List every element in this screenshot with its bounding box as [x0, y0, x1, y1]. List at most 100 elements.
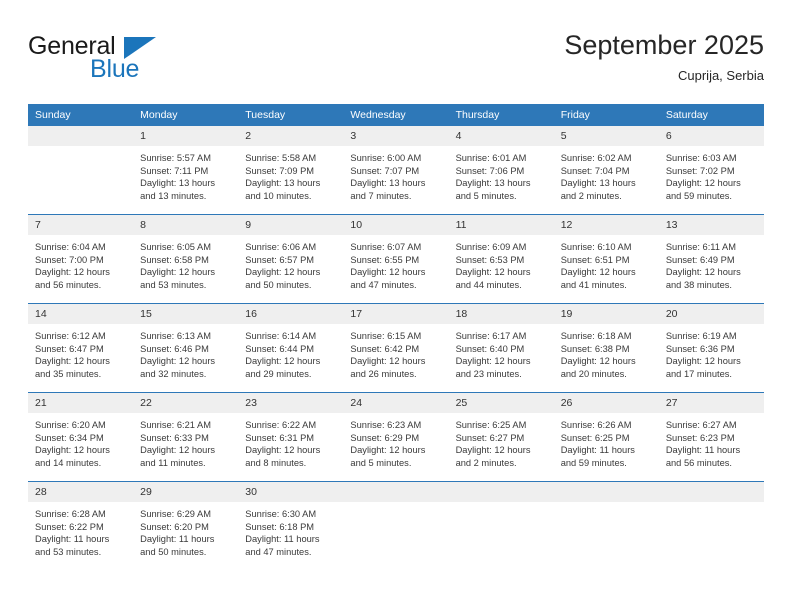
calendar-body: 1 Sunrise: 5:57 AM Sunset: 7:11 PM Daylight… [28, 126, 764, 570]
day-cell[interactable]: 10 Sunrise: 6:07 AM Sunset: 6:55 PM Dayligh… [343, 214, 449, 304]
day-cell[interactable]: 23 Sunrise: 6:22 AM Sunset: 6:31 PM Dayligh… [238, 392, 344, 482]
day-cell[interactable]: 29 Sunrise: 6:29 AM Sunset: 6:20 PM Dayligh… [133, 481, 239, 570]
daylight-duration-line1: Daylight: 11 hours [665, 445, 741, 456]
daylight-duration-line1: Daylight: 12 hours [350, 356, 426, 367]
day-number: 2 [238, 126, 344, 146]
day-astronomy-info: Sunrise: 6:20 AM Sunset: 6:34 PM Daylight:… [28, 413, 133, 469]
day-number: 12 [553, 215, 659, 235]
day-cell[interactable]: 11 Sunrise: 6:09 AM Sunset: 6:53 PM Dayligh… [448, 214, 554, 304]
day-cell[interactable] [448, 481, 554, 570]
sunset-time: Sunset: 6:20 PM [140, 521, 209, 532]
daylight-duration-line2: and 2 minutes. [560, 190, 622, 201]
day-cell[interactable]: 1 Sunrise: 5:57 AM Sunset: 7:11 PM Daylight… [133, 126, 239, 215]
daylight-duration-line1: Daylight: 12 hours [455, 356, 531, 367]
day-cell[interactable]: 4 Sunrise: 6:01 AM Sunset: 7:06 PM Daylight… [448, 126, 554, 215]
day-cell-body: 9 Sunrise: 6:06 AM Sunset: 6:57 PM Daylight… [238, 215, 344, 303]
sunset-time: Sunset: 7:06 PM [455, 165, 525, 176]
daylight-duration-line1: Daylight: 13 hours [350, 178, 426, 189]
daylight-duration-line2: and 44 minutes. [455, 279, 522, 290]
day-cell-body: 17 Sunrise: 6:15 AM Sunset: 6:42 PM Dayligh… [343, 304, 449, 392]
day-cell-body: 23 Sunrise: 6:22 AM Sunset: 6:31 PM Dayligh… [238, 393, 344, 481]
sunrise-time: Sunrise: 6:17 AM [455, 331, 527, 341]
daylight-duration-line1: Daylight: 12 hours [35, 267, 110, 278]
day-cell[interactable]: 3 Sunrise: 6:00 AM Sunset: 7:07 PM Daylight… [343, 126, 449, 215]
weekday-header-thursday: Thursday [448, 104, 554, 126]
daylight-duration-line2: and 53 minutes. [35, 546, 102, 557]
day-astronomy-info: Sunrise: 6:15 AM Sunset: 6:42 PM Daylight:… [343, 324, 448, 380]
day-cell[interactable]: 19 Sunrise: 6:18 AM Sunset: 6:38 PM Dayligh… [553, 303, 659, 393]
weekday-header-sunday: Sunday [28, 104, 134, 126]
daylight-duration-line1: Daylight: 11 hours [245, 534, 320, 545]
day-cell-body: 5 Sunrise: 6:02 AM Sunset: 7:04 PM Daylight… [553, 126, 659, 214]
day-astronomy-info: Sunrise: 6:27 AM Sunset: 6:23 PM Daylight:… [659, 413, 764, 469]
day-cell[interactable]: 5 Sunrise: 6:02 AM Sunset: 7:04 PM Daylight… [553, 126, 659, 215]
day-cell[interactable]: 7 Sunrise: 6:04 AM Sunset: 7:00 PM Daylight… [28, 214, 134, 304]
day-cell[interactable]: 13 Sunrise: 6:11 AM Sunset: 6:49 PM Dayligh… [658, 214, 764, 304]
daylight-duration-line2: and 5 minutes. [350, 457, 412, 468]
day-cell[interactable]: 25 Sunrise: 6:25 AM Sunset: 6:27 PM Dayligh… [448, 392, 554, 482]
day-cell-body: 11 Sunrise: 6:09 AM Sunset: 6:53 PM Dayligh… [448, 215, 554, 303]
daylight-duration-line1: Daylight: 13 hours [245, 178, 321, 189]
day-cell-body: 4 Sunrise: 6:01 AM Sunset: 7:06 PM Daylight… [448, 126, 554, 214]
day-cell[interactable]: 15 Sunrise: 6:13 AM Sunset: 6:46 PM Dayligh… [133, 303, 239, 393]
day-astronomy-info: Sunrise: 6:02 AM Sunset: 7:04 PM Daylight:… [554, 146, 659, 202]
daylight-duration-line2: and 47 minutes. [350, 279, 417, 290]
day-number: 29 [133, 482, 239, 502]
day-number: 20 [658, 304, 764, 324]
sunset-time: Sunset: 6:38 PM [560, 343, 630, 354]
day-cell[interactable]: 16 Sunrise: 6:14 AM Sunset: 6:44 PM Dayligh… [238, 303, 344, 393]
sunrise-time: Sunrise: 6:21 AM [140, 420, 211, 430]
brand-logo[interactable]: General Blue [28, 32, 218, 90]
daylight-duration-line1: Daylight: 12 hours [455, 267, 531, 278]
weekday-header-row: Sunday Monday Tuesday Wednesday Thursday… [28, 104, 764, 126]
day-astronomy-info: Sunrise: 6:29 AM Sunset: 6:20 PM Daylight:… [133, 502, 238, 558]
day-cell-body [343, 482, 449, 570]
sunset-time: Sunset: 6:44 PM [245, 343, 315, 354]
day-cell-body: 3 Sunrise: 6:00 AM Sunset: 7:07 PM Daylight… [343, 126, 449, 214]
calendar-week-row: 21 Sunrise: 6:20 AM Sunset: 6:34 PM Dayligh… [28, 392, 764, 482]
day-cell[interactable] [343, 481, 449, 570]
day-number: 3 [343, 126, 449, 146]
day-cell[interactable]: 27 Sunrise: 6:27 AM Sunset: 6:23 PM Dayligh… [658, 392, 764, 482]
sunset-time: Sunset: 6:34 PM [35, 432, 104, 443]
day-cell[interactable]: 8 Sunrise: 6:05 AM Sunset: 6:58 PM Daylight… [133, 214, 239, 304]
day-cell[interactable] [658, 481, 764, 570]
day-cell[interactable]: 17 Sunrise: 6:15 AM Sunset: 6:42 PM Dayligh… [343, 303, 449, 393]
day-cell-body: 10 Sunrise: 6:07 AM Sunset: 6:55 PM Dayligh… [343, 215, 449, 303]
day-cell[interactable]: 2 Sunrise: 5:58 AM Sunset: 7:09 PM Daylight… [238, 126, 344, 215]
daylight-duration-line2: and 38 minutes. [665, 279, 732, 290]
sunrise-time: Sunrise: 6:19 AM [665, 331, 737, 341]
day-cell[interactable]: 22 Sunrise: 6:21 AM Sunset: 6:33 PM Dayligh… [133, 392, 239, 482]
sunset-time: Sunset: 6:42 PM [350, 343, 420, 354]
day-cell[interactable]: 26 Sunrise: 6:26 AM Sunset: 6:25 PM Dayligh… [553, 392, 659, 482]
day-cell[interactable]: 9 Sunrise: 6:06 AM Sunset: 6:57 PM Daylight… [238, 214, 344, 304]
day-number: 22 [133, 393, 239, 413]
sunset-time: Sunset: 6:36 PM [665, 343, 735, 354]
day-cell[interactable]: 6 Sunrise: 6:03 AM Sunset: 7:02 PM Daylight… [658, 126, 764, 215]
day-cell[interactable]: 30 Sunrise: 6:30 AM Sunset: 6:18 PM Dayligh… [238, 481, 344, 570]
sunrise-time: Sunrise: 6:29 AM [140, 509, 211, 519]
sunrise-time: Sunrise: 6:20 AM [35, 420, 106, 430]
day-cell[interactable] [28, 126, 134, 215]
day-cell[interactable]: 12 Sunrise: 6:10 AM Sunset: 6:51 PM Dayligh… [553, 214, 659, 304]
day-cell[interactable]: 24 Sunrise: 6:23 AM Sunset: 6:29 PM Dayligh… [343, 392, 449, 482]
day-number: 16 [238, 304, 344, 324]
day-cell[interactable]: 28 Sunrise: 6:28 AM Sunset: 6:22 PM Dayligh… [28, 481, 134, 570]
day-cell[interactable]: 14 Sunrise: 6:12 AM Sunset: 6:47 PM Dayligh… [28, 303, 134, 393]
day-cell[interactable] [553, 481, 659, 570]
weekday-header-tuesday: Tuesday [238, 104, 344, 126]
day-cell-body: 20 Sunrise: 6:19 AM Sunset: 6:36 PM Dayligh… [658, 304, 764, 392]
day-number: 1 [133, 126, 239, 146]
day-cell[interactable]: 20 Sunrise: 6:19 AM Sunset: 6:36 PM Dayligh… [658, 303, 764, 393]
weekday-header-saturday: Saturday [658, 104, 764, 126]
day-astronomy-info: Sunrise: 6:28 AM Sunset: 6:22 PM Daylight:… [28, 502, 133, 558]
day-number: 26 [553, 393, 659, 413]
sunset-time: Sunset: 6:18 PM [245, 521, 315, 532]
sunrise-time: Sunrise: 6:09 AM [455, 242, 527, 252]
day-astronomy-info: Sunrise: 6:07 AM Sunset: 6:55 PM Daylight:… [343, 235, 448, 291]
day-cell[interactable]: 18 Sunrise: 6:17 AM Sunset: 6:40 PM Dayligh… [448, 303, 554, 393]
day-cell-body: 18 Sunrise: 6:17 AM Sunset: 6:40 PM Dayligh… [448, 304, 554, 392]
daylight-duration-line2: and 13 minutes. [140, 190, 207, 201]
day-cell[interactable]: 21 Sunrise: 6:20 AM Sunset: 6:34 PM Dayligh… [28, 392, 134, 482]
sunrise-time: Sunrise: 6:23 AM [350, 420, 422, 430]
